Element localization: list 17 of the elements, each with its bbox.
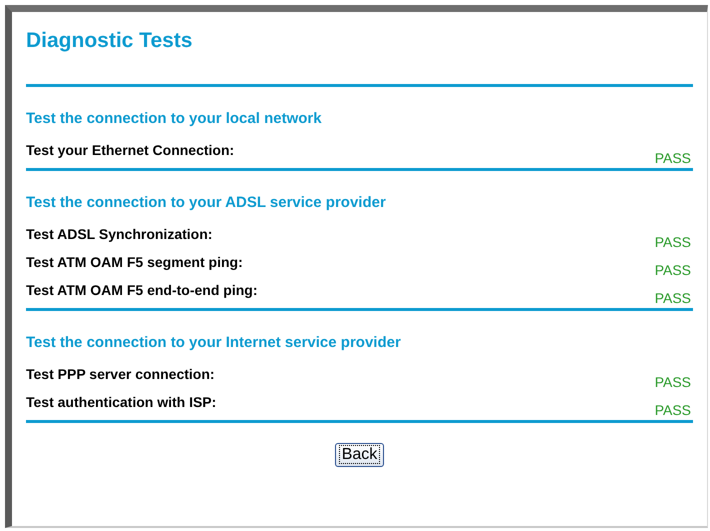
test-result: PASS [654, 374, 692, 392]
test-label: Test PPP server connection: [26, 365, 215, 382]
test-label: Test your Ethernet Connection: [26, 141, 234, 158]
section-heading: Test the connection to your Internet service provider [26, 334, 402, 352]
test-result: PASS [654, 290, 692, 308]
test-result: PASS [654, 234, 692, 252]
test-label: Test ADSL Synchronization: [26, 225, 212, 242]
test-label: Test ATM OAM F5 segment ping: [26, 253, 243, 270]
test-result: PASS [654, 150, 692, 168]
test-label: Test authentication with ISP: [26, 393, 216, 410]
section-heading: Test the connection to your ADSL service provider [26, 194, 387, 212]
section-heading: Test the connection to your local network [26, 110, 323, 128]
test-result: PASS [654, 402, 692, 420]
test-result: PASS [654, 262, 692, 280]
page-title: Diagnostic Tests [26, 28, 194, 54]
test-label: Test ATM OAM F5 end-to-end ping: [26, 281, 258, 298]
back-button[interactable]: Back [334, 443, 384, 467]
